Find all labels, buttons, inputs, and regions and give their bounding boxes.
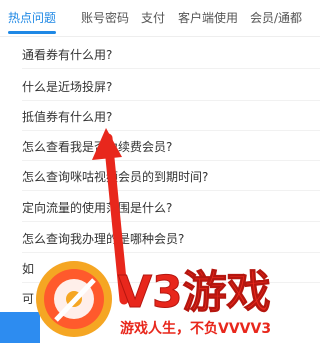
tab-client-usage[interactable]: 客户端使用	[178, 9, 238, 26]
divider	[22, 190, 320, 191]
active-tab-indicator	[8, 31, 56, 34]
faq-item[interactable]: 抵值券有什么用?	[22, 108, 112, 125]
faq-item[interactable]: 定向流量的使用范围是什么?	[22, 199, 172, 216]
watermark-brand: V3游戏	[118, 267, 272, 319]
divider	[22, 100, 320, 101]
category-tabs: 热点问题 账号密码 支付 客户端使用 会员/通都	[0, 0, 320, 37]
divider	[22, 68, 320, 69]
music-disc-icon	[36, 261, 112, 337]
faq-item[interactable]: 怎么查看我是否为续费会员?	[22, 138, 172, 155]
watermark-slogan: 游戏人生，不负VVVV3	[120, 321, 272, 337]
faq-item[interactable]: 什么是近场投屏?	[22, 78, 112, 95]
divider	[22, 221, 320, 222]
tab-hot-questions[interactable]: 热点问题	[8, 9, 56, 26]
faq-item[interactable]: 如	[22, 260, 34, 277]
tab-payment[interactable]: 支付	[141, 9, 165, 26]
faq-item[interactable]: 怎么查询我办理的是哪种会员?	[22, 230, 184, 247]
tab-account-password[interactable]: 账号密码	[81, 9, 129, 26]
tab-membership[interactable]: 会员/通都	[250, 9, 302, 26]
divider	[22, 160, 320, 161]
v3-watermark: V3游戏 游戏人生，不负VVVV3	[34, 252, 320, 343]
faq-item[interactable]: 可	[22, 290, 34, 307]
faq-item[interactable]: 怎么查询咪咕视频会员的到期时间?	[22, 168, 208, 185]
divider	[22, 130, 320, 131]
faq-item[interactable]: 通看券有什么用?	[22, 46, 112, 63]
